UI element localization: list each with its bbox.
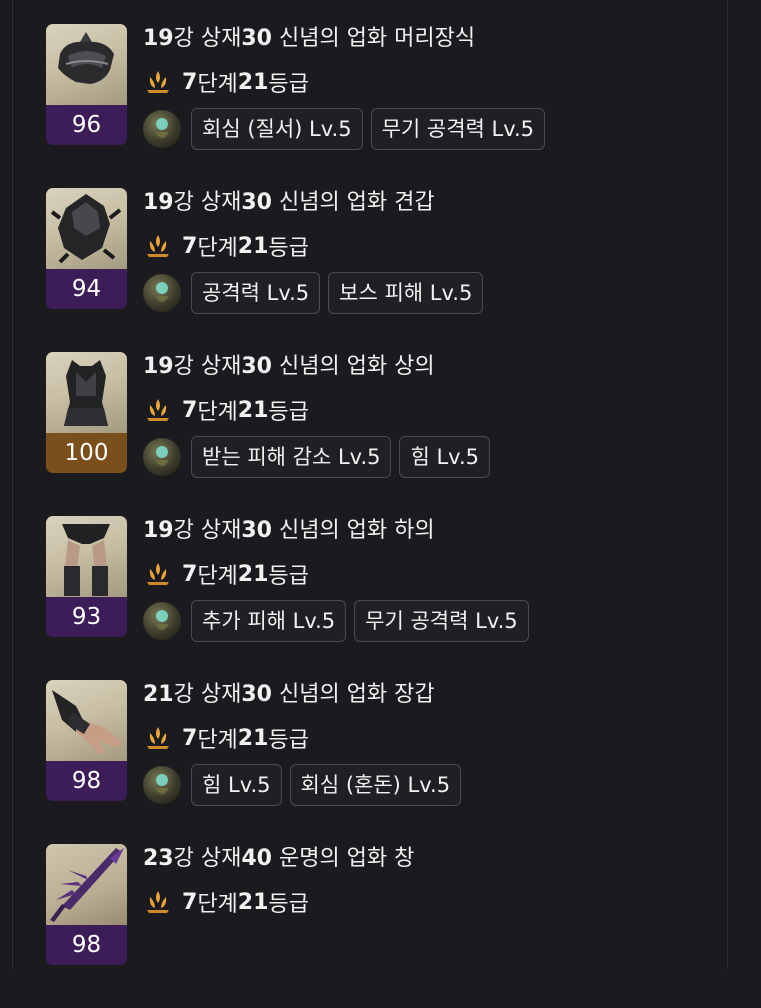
flame-icon: [147, 235, 169, 257]
elixir-orb-icon: [143, 766, 181, 804]
left-divider: [12, 0, 13, 969]
elixir-orb-icon: [143, 438, 181, 476]
item-thumbnail[interactable]: 96: [46, 24, 127, 145]
elixir-orb-icon: [143, 274, 181, 312]
item-title: 19강 상재30 신념의 업화 하의: [143, 518, 435, 543]
item-tier: 7 단계 21 등급: [143, 68, 743, 97]
flame-icon: [147, 563, 169, 585]
item-tier: 7 단계 21 등급: [143, 396, 743, 425]
elixir-orb-icon: [143, 110, 181, 148]
glove-icon: [46, 680, 127, 761]
item-thumbnail[interactable]: 100: [46, 352, 127, 473]
engraving-chip[interactable]: 공격력 Lv.5: [191, 272, 321, 314]
engraving-chip[interactable]: 받는 피해 감소 Lv.5: [191, 436, 392, 478]
engraving-row: 회심 (질서) Lv.5 무기 공격력 Lv.5: [143, 108, 743, 150]
item-thumbnail[interactable]: 94: [46, 188, 127, 309]
item-thumbnail[interactable]: 98: [46, 844, 127, 965]
item-tier: 7 단계 21 등급: [143, 888, 743, 917]
helmet-icon: [46, 24, 127, 105]
engraving-row: 힘 Lv.5 회심 (혼돈) Lv.5: [143, 764, 743, 806]
item-title: 23강 상재40 운명의 업화 창: [143, 846, 415, 871]
item-title: 19강 상재30 신념의 업화 머리장식: [143, 26, 476, 51]
leg-armor-icon: [46, 516, 127, 597]
item-thumbnail[interactable]: 93: [46, 516, 127, 637]
elixir-orb-icon: [143, 602, 181, 640]
item-tier: 7 단계 21 등급: [143, 232, 743, 261]
item-title: 21강 상재30 신념의 업화 장갑: [143, 682, 435, 707]
item-title: 19강 상재30 신념의 업화 상의: [143, 354, 435, 379]
engraving-chip[interactable]: 무기 공격력 Lv.5: [354, 600, 529, 642]
item-level: 94: [46, 269, 127, 309]
chest-armor-icon: [46, 352, 127, 433]
engraving-chip[interactable]: 무기 공격력 Lv.5: [370, 108, 546, 150]
item-title: 19강 상재30 신념의 업화 견갑: [143, 190, 435, 215]
engraving-row: 공격력 Lv.5 보스 피해 Lv.5: [143, 272, 743, 314]
item-level: 96: [46, 105, 127, 145]
flame-icon: [147, 71, 169, 93]
item-tier: 7 단계 21 등급: [143, 724, 743, 753]
engraving-chip[interactable]: 보스 피해 Lv.5: [328, 272, 484, 314]
item-level: 98: [46, 925, 127, 965]
spear-icon: [46, 844, 127, 925]
engraving-chip[interactable]: 힘 Lv.5: [399, 436, 491, 478]
pauldron-icon: [46, 188, 127, 269]
item-level: 98: [46, 761, 127, 801]
engraving-row: 추가 피해 Lv.5 무기 공격력 Lv.5: [143, 600, 743, 642]
item-level: 93: [46, 597, 127, 637]
engraving-chip[interactable]: 회심 (질서) Lv.5: [191, 108, 363, 150]
flame-icon: [147, 891, 169, 913]
engraving-chip[interactable]: 추가 피해 Lv.5: [191, 600, 347, 642]
engraving-chip[interactable]: 힘 Lv.5: [191, 764, 282, 806]
item-tier: 7 단계 21 등급: [143, 560, 743, 589]
flame-icon: [147, 399, 169, 421]
item-level: 100: [46, 433, 127, 473]
flame-icon: [147, 727, 169, 749]
engraving-chip[interactable]: 회심 (혼돈) Lv.5: [289, 764, 462, 806]
item-thumbnail[interactable]: 98: [46, 680, 127, 801]
engraving-row: 받는 피해 감소 Lv.5 힘 Lv.5: [143, 436, 743, 478]
